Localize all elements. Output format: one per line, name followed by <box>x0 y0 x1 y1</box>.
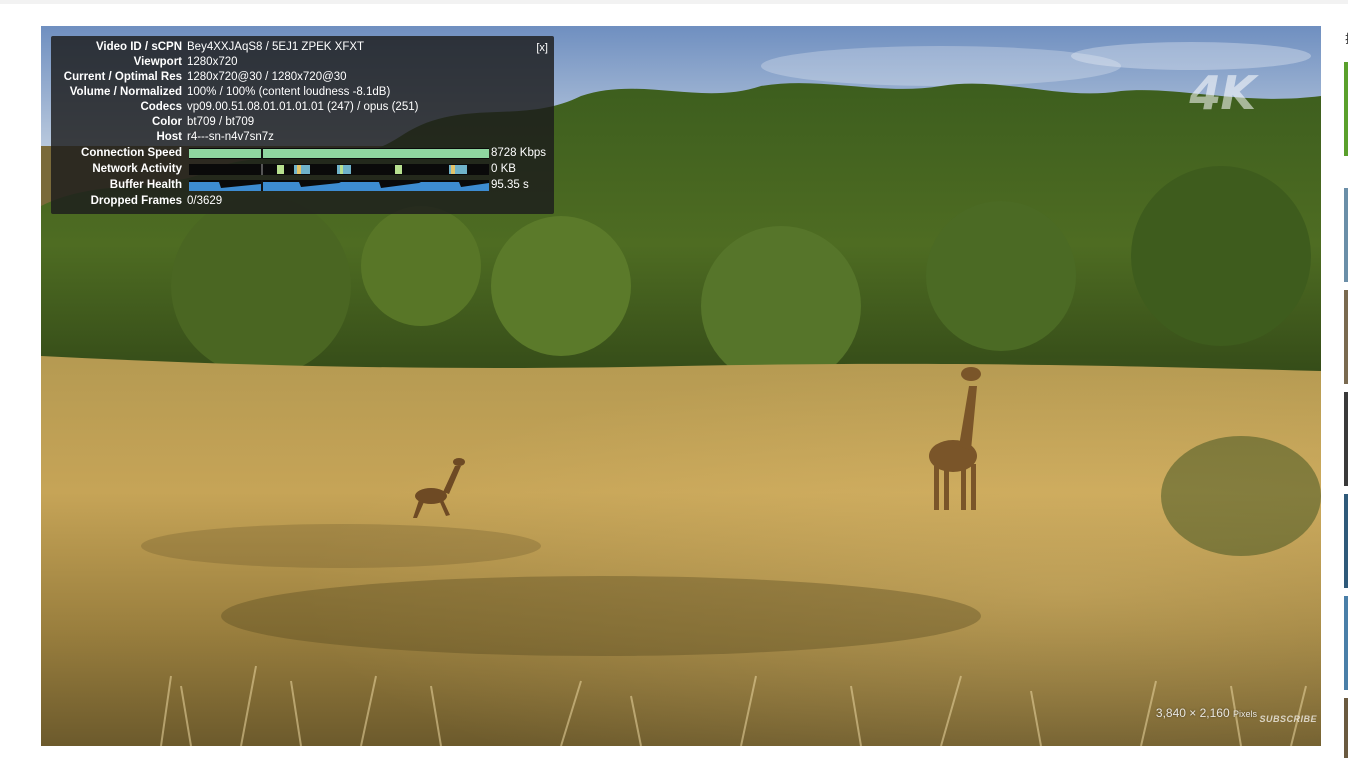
stats-label: Network Activity <box>92 163 182 175</box>
stats-row-color: Color bt709 / bt709 <box>51 115 254 130</box>
stats-row-network-activity: Network Activity 0 KB <box>51 162 554 177</box>
stats-value: Bey4XXJAqS8 / 5EJ1 ZPEK XFXT <box>187 41 365 53</box>
stats-row-codecs: Codecs vp09.00.51.08.01.01.01.01 (247) /… <box>51 100 418 115</box>
stats-row-resolution: Current / Optimal Res 1280x720@30 / 1280… <box>51 70 347 85</box>
stats-label: Dropped Frames <box>90 195 182 207</box>
sidebar-thumbnail[interactable] <box>1344 698 1348 758</box>
stats-label: Buffer Health <box>109 179 182 191</box>
stats-row-dropped-frames: Dropped Frames 0/3629 <box>51 194 223 209</box>
stats-row-video-id: Video ID / sCPN Bey4XXJAqS8 / 5EJ1 ZPEK … <box>51 40 364 55</box>
stats-label: Volume / Normalized <box>69 86 182 98</box>
network-activity-value: 0 KB <box>491 163 516 175</box>
network-activity-graph <box>189 164 489 175</box>
stats-label: Video ID / sCPN <box>95 41 182 53</box>
stats-value: r4---sn-n4v7sn7z <box>187 131 274 143</box>
stats-close-button[interactable]: [x] <box>536 41 548 56</box>
stats-for-nerds-panel: [x] Video ID / sCPN Bey4XXJAqS8 / 5EJ1 Z… <box>51 36 554 214</box>
buffer-health-value: 95.35 s <box>491 179 529 191</box>
stats-value: 1280x720@30 / 1280x720@30 <box>187 71 347 83</box>
4k-watermark: 4K <box>1189 66 1256 120</box>
sidebar-thumbnail[interactable] <box>1344 62 1348 156</box>
stats-row-viewport: Viewport 1280x720 <box>51 55 238 70</box>
connection-speed-value: 8728 Kbps <box>491 147 546 159</box>
stats-row-buffer-health: Buffer Health 95.35 s <box>51 178 554 193</box>
stats-row-volume: Volume / Normalized 100% / 100% (content… <box>51 85 391 100</box>
stats-label: Viewport <box>133 56 182 68</box>
subscribe-watermark[interactable]: SUBSCRIBE <box>1259 714 1317 724</box>
stats-value: bt709 / bt709 <box>187 116 255 128</box>
stats-value: 100% / 100% (content loudness -8.1dB) <box>187 86 391 98</box>
sidebar-thumbnail-strip <box>1344 0 1348 758</box>
stats-label: Color <box>151 116 182 128</box>
stats-label: Host <box>156 131 182 143</box>
stats-label: Current / Optimal Res <box>63 71 182 83</box>
stats-label: Connection Speed <box>81 147 182 159</box>
sidebar-thumbnail[interactable] <box>1344 188 1348 282</box>
sidebar-thumbnail[interactable] <box>1344 290 1348 384</box>
resolution-unit: Pixels <box>1232 709 1257 719</box>
stats-value: 1280x720 <box>187 56 238 68</box>
stats-label: Codecs <box>140 101 182 113</box>
sidebar-thumbnail[interactable] <box>1344 494 1348 588</box>
connection-speed-graph <box>189 148 489 159</box>
stats-value: 0/3629 <box>187 195 223 207</box>
stats-row-host: Host r4---sn-n4v7sn7z <box>51 130 273 145</box>
page-top-border <box>0 0 1348 4</box>
sidebar-thumbnail[interactable] <box>1344 596 1348 690</box>
video-player[interactable]: 4K 3,840 × 2,160 Pixels SUBSCRIBE [x] Vi… <box>41 26 1321 746</box>
stats-value: vp09.00.51.08.01.01.01.01 (247) / opus (… <box>187 101 419 113</box>
sidebar-thumbnail[interactable] <box>1344 392 1348 486</box>
buffer-health-graph <box>189 180 489 191</box>
resolution-value: 3,840 × 2,160 <box>1155 706 1230 720</box>
stats-row-connection-speed: Connection Speed 8728 Kbps <box>51 146 554 161</box>
resolution-watermark: 3,840 × 2,160 Pixels <box>1156 706 1257 720</box>
